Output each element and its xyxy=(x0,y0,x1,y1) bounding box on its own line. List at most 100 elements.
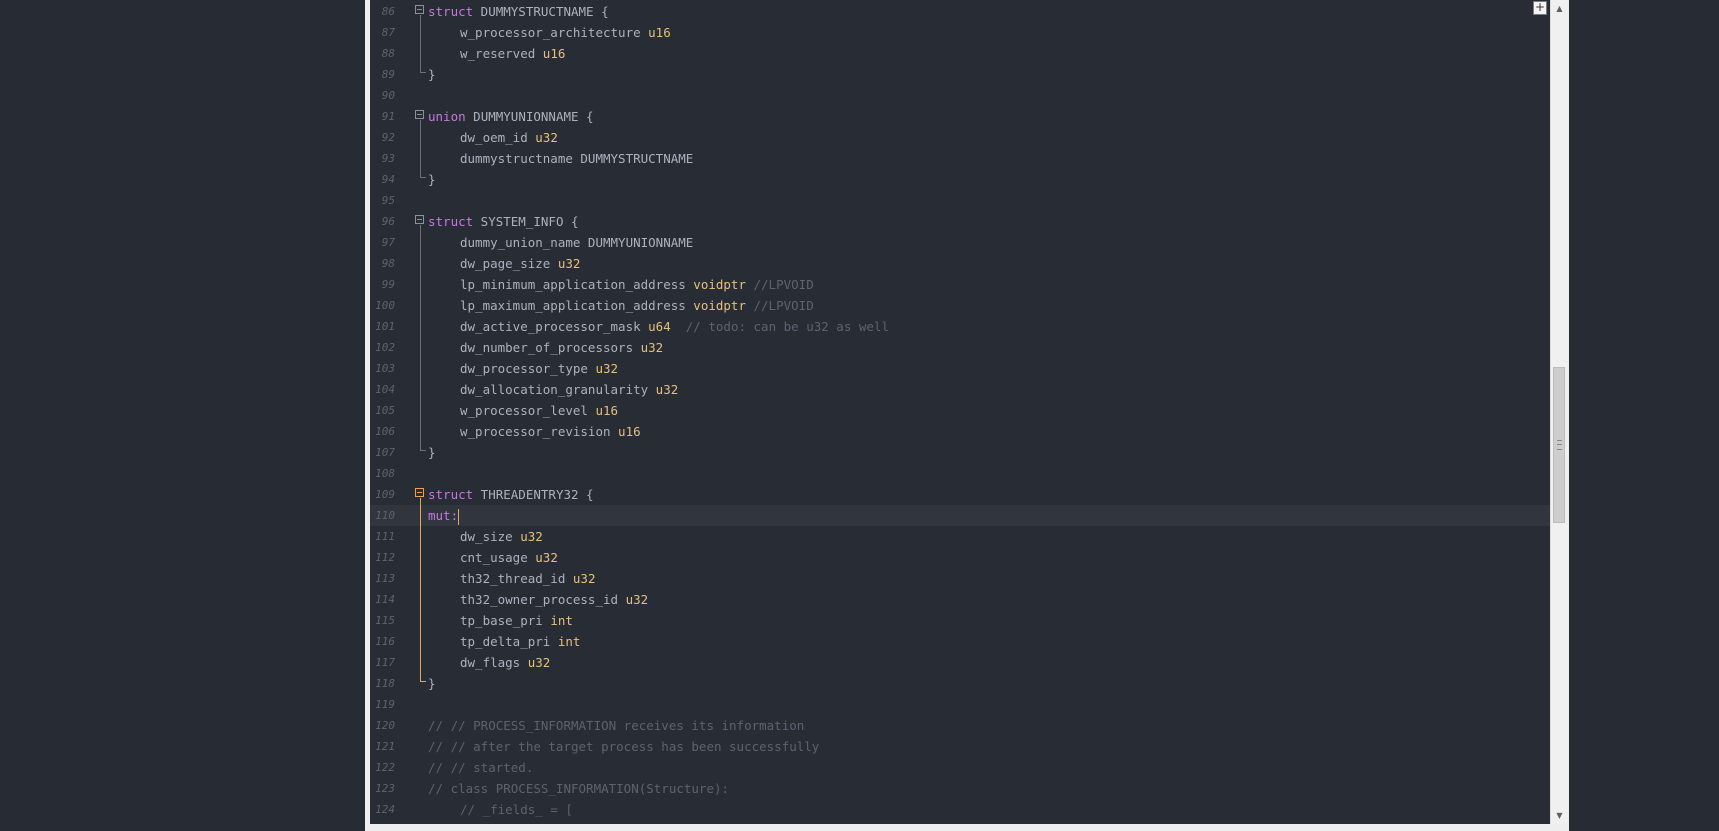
code-line[interactable]: 110 mut: xyxy=(370,505,1550,526)
code-line[interactable]: 89} xyxy=(370,64,1550,85)
code-line[interactable]: 92 dw_oem_id u32 xyxy=(370,127,1550,148)
code-line[interactable]: 88 w_reserved u16 xyxy=(370,43,1550,64)
code-line[interactable]: 105 w_processor_level u16 xyxy=(370,400,1550,421)
fold-guide-end xyxy=(420,681,426,682)
code-line[interactable]: 98 dw_page_size u32 xyxy=(370,253,1550,274)
code-line[interactable]: 86 struct DUMMYSTRUCTNAME { xyxy=(370,1,1550,22)
line-number: 110 xyxy=(375,509,395,522)
code-token: dw_number_of_processors xyxy=(460,340,641,355)
line-number: 104 xyxy=(375,383,395,396)
code-line[interactable]: 108 xyxy=(370,463,1550,484)
line-number: 103 xyxy=(375,362,395,375)
line-code: struct THREADENTRY32 { xyxy=(428,484,594,505)
line-number: 93 xyxy=(381,152,395,165)
code-token: // class PROCESS_INFORMATION(Structure): xyxy=(428,781,730,796)
code-line[interactable]: 111 dw_size u32 xyxy=(370,526,1550,547)
code-line[interactable]: 123 // class PROCESS_INFORMATION(Structur… xyxy=(370,778,1550,799)
line-code: dw_flags u32 xyxy=(428,652,550,673)
code-line[interactable]: 95 xyxy=(370,190,1550,211)
code-line[interactable]: 117 dw_flags u32 xyxy=(370,652,1550,673)
code-line[interactable]: 115 tp_base_pri int xyxy=(370,610,1550,631)
line-code: // _fields_ = [ xyxy=(428,799,573,820)
code-token: // // PROCESS_INFORMATION receives its i… xyxy=(428,718,805,733)
triangle-up-icon: ▲ xyxy=(1556,4,1563,13)
fold-toggle-icon[interactable] xyxy=(415,215,424,224)
code-token: tp_base_pri xyxy=(460,613,551,628)
code-line[interactable]: 102 dw_number_of_processors u32 xyxy=(370,337,1550,358)
line-code: // // started. xyxy=(428,757,533,778)
vertical-scrollbar[interactable]: ▲ ▼ xyxy=(1550,0,1568,824)
line-number: 108 xyxy=(375,467,395,480)
line-number: 117 xyxy=(375,656,395,669)
code-line[interactable]: 91 union DUMMYUNIONNAME { xyxy=(370,106,1550,127)
code-line[interactable]: 124 // _fields_ = [ xyxy=(370,799,1550,820)
code-line[interactable]: 87 w_processor_architecture u16 xyxy=(370,22,1550,43)
code-line[interactable]: 94} xyxy=(370,169,1550,190)
scroll-down-button[interactable]: ▼ xyxy=(1551,807,1568,824)
fold-toggle-icon[interactable] xyxy=(415,488,424,497)
code-line[interactable]: 101 dw_active_processor_mask u64 // todo:… xyxy=(370,316,1550,337)
code-line[interactable]: 104 dw_allocation_granularity u32 xyxy=(370,379,1550,400)
line-number: 91 xyxy=(381,110,395,123)
line-code: w_processor_revision u16 xyxy=(428,421,641,442)
line-number: 123 xyxy=(375,782,395,795)
code-line[interactable]: 107} xyxy=(370,442,1550,463)
fold-guide xyxy=(420,15,421,72)
fold-toggle-icon[interactable] xyxy=(415,5,424,14)
line-number: 113 xyxy=(375,572,395,585)
code-line[interactable]: 90 xyxy=(370,85,1550,106)
code-token: int xyxy=(557,634,581,649)
line-code: dw_allocation_granularity u32 xyxy=(428,379,678,400)
line-number: 98 xyxy=(381,257,395,270)
code-line[interactable]: 118} xyxy=(370,673,1550,694)
code-line[interactable]: 99 lp_minimum_application_address voidptr… xyxy=(370,274,1550,295)
code-token: struct xyxy=(428,4,474,19)
code-line[interactable]: 100 lp_maximum_application_address voidpt… xyxy=(370,295,1550,316)
scroll-up-button[interactable]: ▲ xyxy=(1551,0,1568,17)
line-number: 119 xyxy=(375,698,395,711)
code-line[interactable]: 116 tp_delta_pri int xyxy=(370,631,1550,652)
code-line[interactable]: 114 th32_owner_process_id u32 xyxy=(370,589,1550,610)
code-token: dw_size xyxy=(460,529,521,544)
code-line[interactable]: 109 struct THREADENTRY32 { xyxy=(370,484,1550,505)
line-code: } xyxy=(428,169,436,190)
code-token: } xyxy=(428,676,436,691)
code-token: u32 xyxy=(535,130,558,145)
code-line[interactable]: 97 dummy_union_name DUMMYUNIONNAME xyxy=(370,232,1550,253)
line-code: dw_number_of_processors u32 xyxy=(428,337,663,358)
code-token: } xyxy=(428,67,436,82)
line-number: 106 xyxy=(375,425,395,438)
code-token: dw_flags xyxy=(460,655,528,670)
fold-guide xyxy=(420,120,421,177)
code-token: u16 xyxy=(595,403,619,418)
code-token: } xyxy=(428,445,436,460)
line-code: dummystructname DUMMYSTRUCTNAME xyxy=(428,148,693,169)
code-token: u32 xyxy=(625,592,649,607)
line-number: 97 xyxy=(381,236,395,249)
line-code: lp_minimum_application_address voidptr /… xyxy=(428,274,814,295)
code-line[interactable]: 120 // // PROCESS_INFORMATION receives it… xyxy=(370,715,1550,736)
code-line[interactable]: 122 // // started. xyxy=(370,757,1550,778)
line-number: 101 xyxy=(375,320,395,333)
code-line[interactable]: 112 cnt_usage u32 xyxy=(370,547,1550,568)
code-token: // todo: can be u32 as well xyxy=(670,319,889,334)
split-view-button[interactable]: + xyxy=(1533,1,1547,15)
scrollbar-thumb[interactable] xyxy=(1553,367,1565,523)
code-line[interactable]: 119 xyxy=(370,694,1550,715)
code-line[interactable]: 121 // // after the target process has be… xyxy=(370,736,1550,757)
line-number: 107 xyxy=(375,446,395,459)
line-number: 86 xyxy=(381,5,395,18)
code-token: u32 xyxy=(535,550,558,565)
code-token: u32 xyxy=(520,529,543,544)
line-number: 88 xyxy=(381,47,395,60)
fold-toggle-icon[interactable] xyxy=(415,110,424,119)
code-line[interactable]: 103 dw_processor_type u32 xyxy=(370,358,1550,379)
code-editor[interactable]: 86 struct DUMMYSTRUCTNAME {87 w_processor_… xyxy=(370,0,1550,824)
code-line[interactable]: 96 struct SYSTEM_INFO { xyxy=(370,211,1550,232)
line-number: 111 xyxy=(375,530,395,543)
code-token: u32 xyxy=(595,361,619,376)
code-line[interactable]: 106 w_processor_revision u16 xyxy=(370,421,1550,442)
code-line[interactable]: 93 dummystructname DUMMYSTRUCTNAME xyxy=(370,148,1550,169)
code-line[interactable]: 113 th32_thread_id u32 xyxy=(370,568,1550,589)
code-token: u32 xyxy=(572,571,596,586)
